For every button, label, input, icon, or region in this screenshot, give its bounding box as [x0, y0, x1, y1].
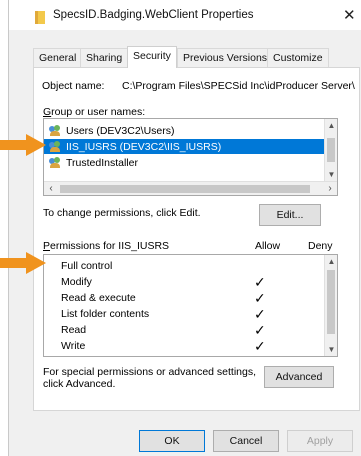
window-title: SpecsID.Badging.WebClient Properties: [53, 9, 254, 21]
ok-button[interactable]: OK: [139, 430, 205, 452]
list-item-iis-iusrs[interactable]: IIS_IUSRS (DEV3C2\IIS_IUSRS): [44, 139, 334, 154]
tab-sharing[interactable]: Sharing: [80, 48, 129, 67]
advanced-button[interactable]: Advanced: [264, 366, 334, 388]
permission-name: Modify: [61, 276, 92, 288]
check-icon: ✓: [254, 274, 266, 290]
properties-dialog: SpecsID.Badging.WebClient Properties ✕ G…: [8, 0, 361, 456]
allow-column-header: Allow: [255, 240, 281, 252]
check-icon: ✓: [254, 306, 266, 322]
group-list-vertical-scrollbar[interactable]: ▲ ▼: [324, 119, 337, 181]
change-permissions-text: To change permissions, click Edit.: [43, 207, 201, 219]
permission-name: Read: [61, 324, 87, 336]
scroll-thumb[interactable]: [327, 138, 335, 162]
permission-row: Modify ✓: [44, 274, 324, 290]
edit-button[interactable]: Edit...: [259, 204, 321, 226]
list-item-label: IIS_IUSRS (DEV3C2\IIS_IUSRS): [66, 140, 222, 153]
object-name-value: C:\Program Files\SPECSid Inc\idProducer …: [122, 80, 355, 92]
group-list-horizontal-scrollbar[interactable]: ‹ ›: [44, 181, 337, 195]
tab-previous-versions[interactable]: Previous Versions: [177, 48, 274, 67]
list-item-label: Users (DEV3C2\Users): [66, 124, 175, 137]
permissions-list: Full control Modify ✓ Read & execute ✓ L…: [43, 254, 338, 357]
check-icon: ✓: [254, 290, 266, 306]
list-item-label: TrustedInstaller: [66, 156, 138, 169]
apply-button[interactable]: Apply: [287, 430, 353, 452]
scroll-thumb[interactable]: [327, 270, 335, 334]
permission-row: Full control: [44, 258, 324, 274]
close-button[interactable]: ✕: [343, 6, 356, 24]
scroll-left-icon[interactable]: ‹: [44, 182, 58, 196]
permission-name: Read & execute: [61, 292, 136, 304]
permissions-label: Permissions for IIS_IUSRS: [43, 240, 170, 252]
permission-row: Read ✓: [44, 322, 324, 338]
permission-row: Read & execute ✓: [44, 290, 324, 306]
list-item-trustedinstaller[interactable]: TrustedInstaller: [44, 155, 334, 170]
users-icon: [49, 141, 63, 152]
check-icon: ✓: [254, 338, 266, 354]
permissions-vertical-scrollbar[interactable]: ▲ ▼: [324, 255, 337, 356]
permission-name: Full control: [61, 260, 113, 272]
permission-row: Write ✓: [44, 338, 324, 354]
special-permissions-text: For special permissions or advanced sett…: [43, 366, 257, 390]
tab-security[interactable]: Security: [127, 46, 177, 68]
scroll-up-icon[interactable]: ▲: [325, 119, 338, 132]
tab-general[interactable]: General: [33, 48, 83, 67]
check-icon: ✓: [254, 322, 266, 338]
permission-name: List folder contents: [61, 308, 150, 320]
deny-column-header: Deny: [308, 240, 333, 252]
scroll-right-icon[interactable]: ›: [323, 182, 337, 196]
permission-name: Write: [61, 340, 86, 352]
title-bar: SpecsID.Badging.WebClient Properties ✕: [9, 0, 361, 30]
object-name-label: Object name:: [42, 80, 105, 92]
scroll-up-icon[interactable]: ▲: [325, 255, 337, 268]
tab-customize[interactable]: Customize: [267, 48, 329, 67]
users-icon: [49, 125, 63, 136]
scroll-down-icon[interactable]: ▼: [325, 168, 338, 181]
users-icon: [49, 157, 63, 168]
folder-icon: [35, 11, 45, 24]
permission-row: List folder contents ✓: [44, 306, 324, 322]
cancel-button[interactable]: Cancel: [213, 430, 279, 452]
list-item-users[interactable]: Users (DEV3C2\Users): [44, 123, 334, 138]
group-user-list[interactable]: Users (DEV3C2\Users) IIS_IUSRS (DEV3C2\I…: [43, 118, 338, 196]
annotation-arrow-icon: [0, 134, 46, 156]
annotation-arrow-icon: [0, 252, 46, 274]
group-names-label: Group or user names:: [43, 106, 146, 118]
scroll-down-icon[interactable]: ▼: [325, 343, 337, 356]
scroll-thumb[interactable]: [60, 185, 310, 193]
